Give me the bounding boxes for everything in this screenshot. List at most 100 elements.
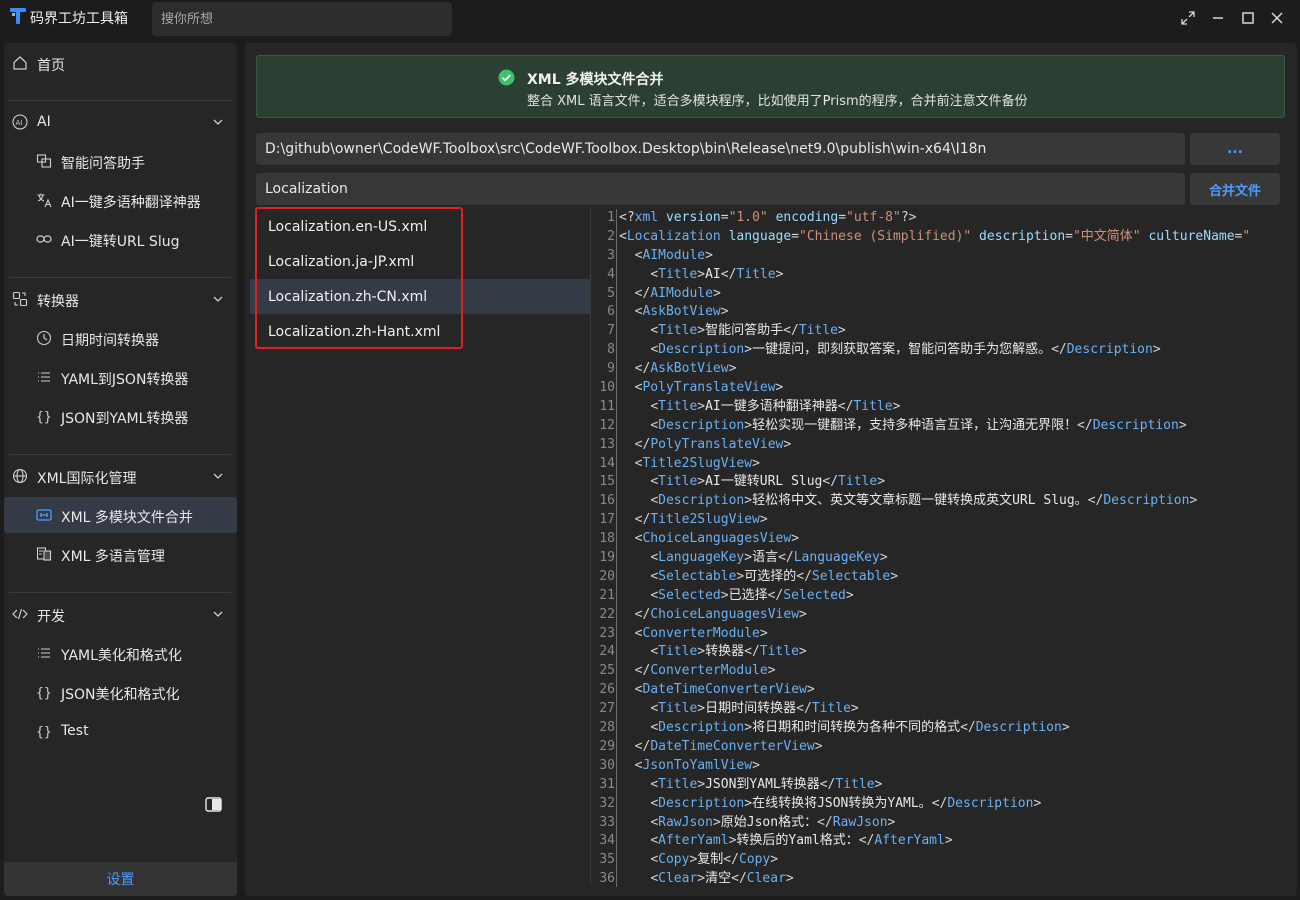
code-line: <Description>轻松实现一键翻译，支持多种语言互译，让沟通无界限！</… — [650, 417, 1187, 433]
code-line: <Selected>已选择</Selected> — [650, 587, 854, 603]
sidebar-item-label: XML 多模块文件合并 — [61, 510, 193, 526]
code-line: <Description>将日期和时间转换为各种不同的格式</Descripti… — [650, 720, 1070, 736]
sidebar-item-xml-merge[interactable]: XML 多模块文件合并 — [4, 497, 237, 533]
code-line: <DateTimeConverterView> — [634, 682, 815, 698]
code-line: <ConverterModule> — [634, 625, 768, 641]
sidebar-group-label: AI — [37, 114, 51, 130]
minimize-icon — [1213, 17, 1223, 19]
code-line: <RawJson>原始Json格式：</RawJson> — [650, 814, 896, 830]
translate-icon — [37, 193, 52, 208]
search-input[interactable] — [152, 2, 452, 36]
svg-text:{}: {} — [36, 686, 52, 700]
sidebar-item-label: YAML到JSON转换器 — [61, 372, 189, 388]
main-panel: XML 多模块文件合并 整合 XML 语言文件，适合多模块程序，比如使用了Pri… — [245, 43, 1297, 896]
file-list-item[interactable]: Localization.en-US.xml — [250, 209, 590, 244]
divider — [9, 100, 231, 101]
sidebar-toggle-icon[interactable] — [205, 797, 222, 812]
sidebar-item-label: AI一键多语种翻译神器 — [61, 195, 201, 211]
code-line: <Title>AI</Title> — [650, 266, 784, 282]
sidebar-group-ai[interactable]: AI AI — [4, 104, 237, 140]
sidebar-item-label: JSON到YAML转换器 — [61, 411, 189, 427]
banner-description: 整合 XML 语言文件，适合多模块程序，比如使用了Prism的程序，合并前注意文… — [527, 94, 1028, 109]
merge-files-icon — [36, 509, 52, 521]
sidebar-item-poly-translate[interactable]: AI一键多语种翻译神器 — [4, 182, 237, 218]
chevron-down-icon — [213, 473, 223, 479]
converter-icon — [12, 291, 28, 307]
merge-files-button[interactable]: 合并文件 — [1190, 173, 1280, 205]
svg-text:{}: {} — [36, 725, 52, 739]
sidebar-item-xml-multilang[interactable]: XML 多语言管理 — [4, 536, 237, 572]
close-button[interactable] — [1265, 6, 1289, 30]
sidebar-item-json-format[interactable]: {} JSON美化和格式化 — [4, 674, 237, 710]
sidebar-group-dev[interactable]: 开发 — [4, 596, 237, 632]
clock-icon — [36, 330, 52, 346]
svg-text:AI: AI — [16, 119, 23, 127]
language-file-icon — [36, 547, 52, 561]
sidebar-item-label: 首页 — [37, 58, 65, 74]
code-area[interactable]: <?xml version="1.0" encoding="utf-8"?> <L… — [619, 209, 1286, 887]
code-line: </PolyTranslateView> — [634, 436, 792, 452]
sidebar-group-converter[interactable]: 转换器 — [4, 281, 237, 317]
minimize-button[interactable] — [1206, 6, 1230, 30]
code-line: <Copy>复制</Copy> — [650, 852, 779, 868]
app-logo-icon — [10, 8, 26, 24]
code-line: </Title2SlugView> — [634, 512, 768, 528]
sidebar-item-datetime-converter[interactable]: 日期时间转换器 — [4, 320, 237, 356]
code-line: <Title>AI一键多语种翻译神器</Title> — [650, 398, 901, 414]
sidebar-item-test[interactable]: {} Test — [4, 713, 237, 749]
home-icon — [13, 56, 27, 70]
divider — [9, 454, 231, 455]
info-banner: XML 多模块文件合并 整合 XML 语言文件，适合多模块程序，比如使用了Pri… — [256, 55, 1285, 118]
code-line: <Title>智能问答助手</Title> — [650, 323, 846, 339]
sidebar-item-ask-bot[interactable]: 智能问答助手 — [4, 143, 237, 179]
file-list-item[interactable]: Localization.ja-JP.xml — [250, 244, 590, 279]
code-line: <Description>在线转换将JSON转换为YAML。</Descript… — [650, 795, 1042, 811]
file-list-item-selected[interactable]: Localization.zh-CN.xml — [250, 279, 590, 314]
sidebar-group-xml-i18n[interactable]: XML国际化管理 — [4, 458, 237, 494]
sidebar-item-yaml-to-json[interactable]: YAML到JSON转换器 — [4, 359, 237, 395]
sidebar-item-label: JSON美化和格式化 — [61, 687, 180, 703]
settings-button[interactable]: 设置 — [4, 862, 237, 896]
code-line: </AIModule> — [634, 285, 721, 301]
browse-button[interactable]: ... — [1190, 133, 1280, 165]
sidebar-item-label: Test — [61, 723, 89, 739]
code-line: </ConverterModule> — [634, 663, 776, 679]
braces-icon: {} — [36, 725, 52, 739]
sidebar-group-label: 开发 — [37, 609, 65, 625]
chevron-down-icon — [213, 296, 223, 302]
chevron-down-icon — [213, 611, 223, 617]
code-line: <PolyTranslateView> — [634, 380, 784, 396]
gutter-border — [591, 209, 617, 887]
code-line: <Title2SlugView> — [634, 455, 760, 471]
maximize-icon — [1242, 12, 1254, 24]
code-line: <JsonToYamlView> — [634, 757, 760, 773]
maximize-button[interactable] — [1236, 6, 1260, 30]
file-list-item[interactable]: Localization.zh-Hant.xml — [250, 314, 590, 349]
banner-title: XML 多模块文件合并 — [527, 72, 664, 88]
folder-path-input[interactable] — [256, 133, 1185, 165]
xml-editor[interactable]: 1 2 3 4 5 6 7 8 9 10 11 12 13 14 15 16 17 18 19 20 21 22 23 24 2… — [591, 209, 1286, 887]
close-icon — [1271, 12, 1283, 24]
code-line: <Clear>清空</Clear> — [650, 871, 794, 887]
svg-text:{}: {} — [36, 410, 52, 424]
code-line: <Description>一键提问，即刻获取答案，智能问答助手为您解惑。</De… — [650, 342, 1161, 358]
list-icon — [38, 372, 50, 382]
code-line: <AfterYaml>转换后的Yaml格式：</AfterYaml> — [650, 833, 953, 849]
sidebar-item-label: 智能问答助手 — [61, 156, 145, 172]
code-line: <ChoiceLanguagesView> — [634, 531, 800, 547]
file-name-input[interactable] — [256, 173, 1185, 205]
code-line: <AskBotView> — [634, 304, 729, 320]
globe-icon — [12, 468, 28, 484]
sidebar-item-json-to-yaml[interactable]: {} JSON到YAML转换器 — [4, 398, 237, 434]
check-circle-icon — [498, 69, 515, 86]
braces-icon: {} — [36, 410, 52, 424]
code-line: <LanguageKey>语言</LanguageKey> — [650, 550, 888, 566]
sidebar-item-label: XML 多语言管理 — [61, 549, 165, 565]
sidebar-item-url-slug[interactable]: AI一键转URL Slug — [4, 221, 237, 257]
sidebar-item-yaml-format[interactable]: YAML美化和格式化 — [4, 635, 237, 671]
sidebar-item-home[interactable]: 首页 — [4, 45, 237, 81]
expand-icon — [1181, 11, 1195, 25]
fullscreen-button[interactable] — [1176, 6, 1200, 30]
sidebar: 首页 AI AI 智能问答助手 AI一键多语种翻译神器 AI一键转URL Slu… — [4, 43, 237, 896]
list-icon — [38, 648, 50, 658]
